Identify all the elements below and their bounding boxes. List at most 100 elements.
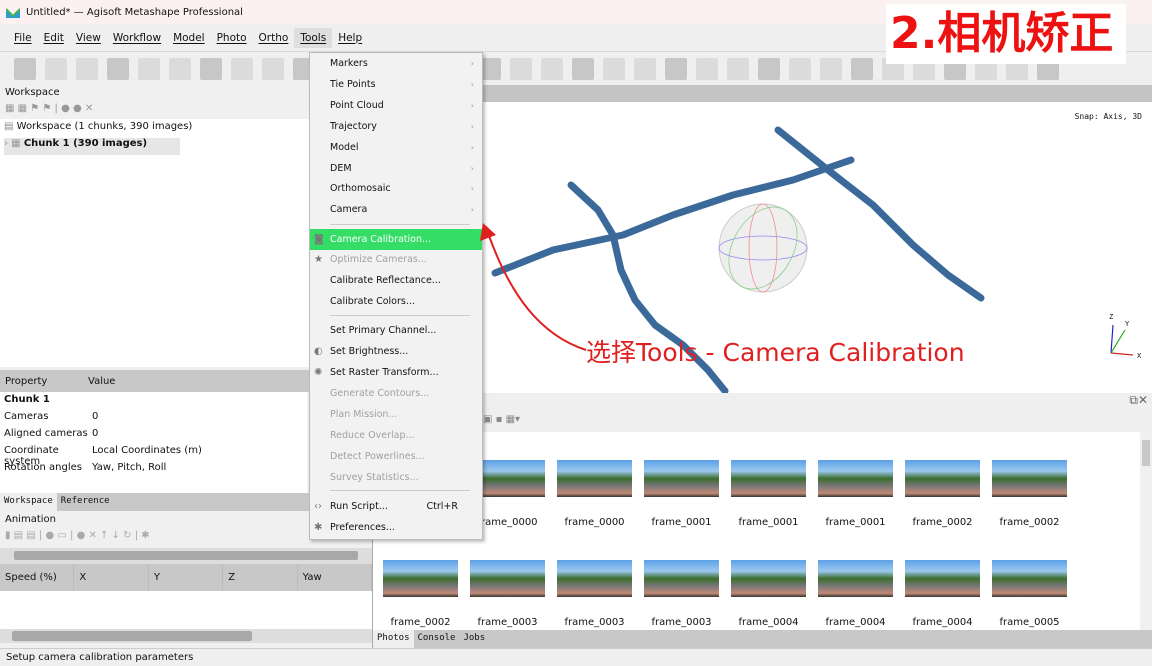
menu-item-trajectory[interactable]: Trajectory › — [310, 116, 482, 137]
menu-item-detect-powerlines[interactable]: Detect Powerlines... — [310, 446, 482, 467]
menu-item-point-cloud[interactable]: Point Cloud › — [310, 95, 482, 116]
toolbar-button-icon[interactable] — [510, 57, 532, 80]
chunk-item[interactable]: › ▦ Chunk 1 (390 images) — [4, 138, 180, 155]
menu-edit[interactable]: Edit — [38, 28, 70, 48]
toolbar-button-icon[interactable] — [169, 57, 191, 80]
photo-thumbnail[interactable] — [992, 560, 1067, 597]
toolbar-button-icon[interactable] — [665, 57, 687, 80]
menu-item-label: Generate Contours... — [330, 388, 430, 399]
menu-file[interactable]: File — [8, 28, 38, 48]
col-property: Property — [5, 375, 48, 387]
toolbar-button-icon[interactable] — [76, 57, 98, 80]
toolbar-button-icon[interactable] — [138, 57, 160, 80]
toolbar-button-icon[interactable] — [231, 57, 253, 80]
photo-thumbnail[interactable] — [905, 460, 980, 497]
toolbar-button-icon[interactable] — [727, 57, 749, 80]
restore-close-icon[interactable]: ⧉✕ — [1129, 393, 1148, 408]
toolbar-button-icon[interactable] — [262, 57, 284, 80]
photos-scrollbar[interactable] — [1140, 432, 1152, 630]
toolbar-button-icon[interactable] — [820, 57, 842, 80]
menu-help[interactable]: Help — [332, 28, 368, 48]
menu-item-survey-statistics[interactable]: Survey Statistics... — [310, 467, 482, 488]
toolbar-button-icon[interactable] — [541, 57, 563, 80]
menu-item-set-primary-channel[interactable]: Set Primary Channel... — [310, 320, 482, 341]
expand-icon[interactable]: › ▦ — [4, 138, 24, 149]
menu-item-optimize-cameras[interactable]: ★ Optimize Cameras... — [310, 249, 482, 270]
animation-column-header[interactable]: X — [74, 564, 149, 591]
menu-item-generate-contours[interactable]: Generate Contours... — [310, 383, 482, 404]
photo-thumbnail[interactable] — [818, 560, 893, 597]
toolbar-button-icon[interactable] — [603, 57, 625, 80]
menu-item-model[interactable]: Model › — [310, 137, 482, 158]
toolbar-button-icon[interactable] — [696, 57, 718, 80]
menu-item-reduce-overlap[interactable]: Reduce Overlap... — [310, 425, 482, 446]
menu-model[interactable]: Model — [167, 28, 211, 48]
animation-column-header[interactable]: Yaw — [298, 564, 373, 591]
menu-item-calibrate-colors[interactable]: Calibrate Colors... — [310, 291, 482, 312]
properties-table: Chunk 1 Cameras 0 Aligned cameras 0 Coordina… — [0, 392, 307, 493]
menu-item-calibrate-reflectance[interactable]: Calibrate Reflectance... — [310, 270, 482, 291]
animation-column-header[interactable]: Y — [149, 564, 224, 591]
property-value: 0 — [92, 411, 99, 422]
col-value: Value — [88, 375, 116, 387]
toolbar-button-icon[interactable] — [789, 57, 811, 80]
menu-photo[interactable]: Photo — [211, 28, 253, 48]
toolbar-button-icon[interactable] — [200, 57, 222, 80]
property-name: Rotation angles — [4, 462, 82, 473]
horizontal-scrollbar[interactable] — [0, 629, 372, 643]
menu-item-plan-mission[interactable]: Plan Mission... — [310, 404, 482, 425]
menu-item-camera[interactable]: Camera › — [310, 199, 482, 220]
photo-thumbnail[interactable] — [383, 560, 458, 597]
menu-item-label: Camera — [330, 204, 368, 215]
tab-console[interactable]: Console — [414, 630, 460, 648]
photo-thumbnail[interactable] — [992, 460, 1067, 497]
menu-tools[interactable]: Tools — [294, 27, 333, 48]
tab-photos[interactable]: Photos — [373, 630, 414, 648]
menu-item-run-script[interactable]: ‹› Run Script... Ctrl+R — [310, 496, 482, 517]
photo-thumbnail[interactable] — [557, 560, 632, 597]
tab-reference[interactable]: Reference — [57, 493, 114, 511]
tab-workspace[interactable]: Workspace — [0, 493, 57, 511]
toolbar-button-icon[interactable] — [14, 57, 36, 80]
app-logo-icon — [6, 7, 20, 18]
menu-item-dem[interactable]: DEM › — [310, 158, 482, 179]
toolbar-button-icon[interactable] — [758, 57, 780, 80]
menu-item-set-raster-transform[interactable]: ✺ Set Raster Transform... — [310, 362, 482, 383]
menu-item-markers[interactable]: Markers › — [310, 53, 482, 74]
photo-label: frame_0003 — [651, 617, 712, 628]
menu-view[interactable]: View — [70, 28, 107, 48]
toolbar-button-icon[interactable] — [851, 57, 873, 80]
photo-thumbnail[interactable] — [731, 560, 806, 597]
photo-label: frame_0001 — [738, 517, 799, 528]
axis-x-label: X — [1137, 352, 1142, 360]
photo-thumbnail[interactable] — [470, 560, 545, 597]
photo-thumbnail[interactable] — [644, 460, 719, 497]
photo-thumbnail[interactable] — [644, 560, 719, 597]
animation-column-header[interactable]: Speed (%) — [0, 564, 75, 591]
submenu-arrow-icon: › — [470, 184, 474, 193]
tools-icon: ✱ — [314, 522, 323, 533]
photo-thumbnail[interactable] — [818, 460, 893, 497]
menu-ortho[interactable]: Ortho — [253, 28, 295, 48]
animation-column-header[interactable]: Z — [223, 564, 298, 591]
menu-item-set-brightness[interactable]: ◐ Set Brightness... — [310, 341, 482, 362]
photo-thumbnail[interactable] — [905, 560, 980, 597]
photo-label: frame_0002 — [390, 617, 451, 628]
toolbar-button-icon[interactable] — [572, 57, 594, 80]
toolbar-button-icon[interactable] — [634, 57, 656, 80]
menu-item-camera-calibration[interactable]: ◙ Camera Calibration... — [310, 229, 482, 250]
animation-scrollbar[interactable] — [0, 548, 372, 564]
menu-item-tie-points[interactable]: Tie Points › — [310, 74, 482, 95]
menu-item-label: Calibrate Colors... — [330, 296, 415, 307]
axis-y-label: Y — [1125, 320, 1130, 328]
menu-workflow[interactable]: Workflow — [107, 28, 167, 48]
toolbar-button-icon[interactable] — [107, 57, 129, 80]
submenu-arrow-icon: › — [470, 59, 474, 68]
toolbar-button-icon[interactable] — [45, 57, 67, 80]
bottom-tabs: Photos Console Jobs — [373, 630, 1152, 648]
menu-item-orthomosaic[interactable]: Orthomosaic › — [310, 178, 482, 199]
photo-thumbnail[interactable] — [557, 460, 632, 497]
menu-item-preferences[interactable]: ✱ Preferences... — [310, 517, 482, 538]
photo-thumbnail[interactable] — [731, 460, 806, 497]
tab-jobs[interactable]: Jobs — [459, 630, 489, 648]
